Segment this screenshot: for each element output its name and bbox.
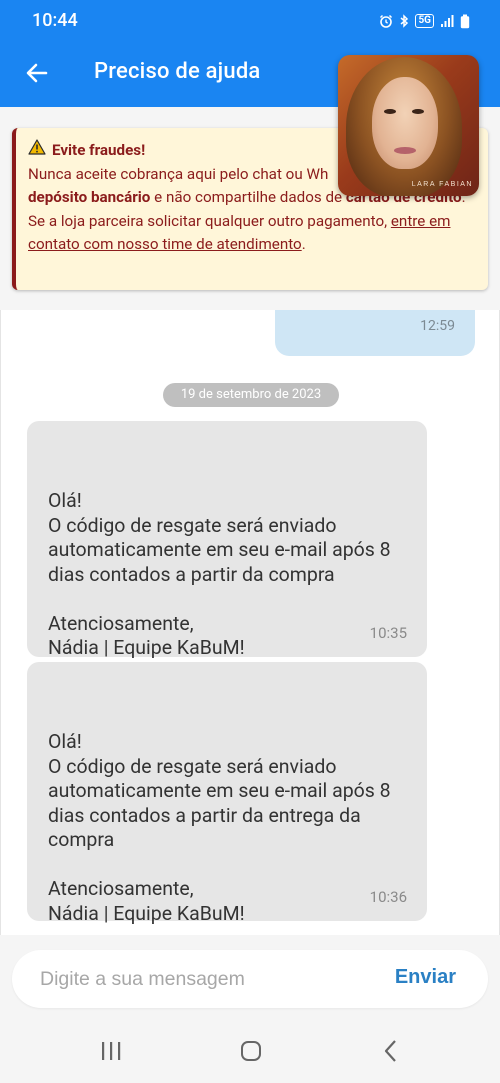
system-nav-bar bbox=[0, 1018, 500, 1083]
album-art-eye bbox=[384, 109, 396, 114]
bluetooth-icon bbox=[399, 14, 409, 28]
message-text: Olá! O código de resgate será enviado au… bbox=[48, 730, 391, 925]
home-button[interactable] bbox=[236, 1038, 266, 1068]
album-art-eye bbox=[412, 109, 424, 114]
alarm-icon bbox=[379, 14, 393, 28]
home-icon bbox=[240, 1040, 262, 1066]
warning-bold-deposito: depósito bancário bbox=[28, 188, 151, 206]
incoming-message-bubble: Olá! O código de resgate será enviado au… bbox=[27, 421, 427, 659]
date-chip: 19 de setembro de 2023 bbox=[163, 383, 339, 407]
5g-icon: 5G bbox=[415, 14, 434, 28]
warning-icon bbox=[28, 139, 46, 163]
message-text: Olá! O código de resgate será enviado au… bbox=[48, 489, 391, 659]
message-input[interactable] bbox=[40, 950, 370, 1008]
warning-title-text: Evite fraudes! bbox=[52, 141, 146, 159]
status-icons: 5G bbox=[379, 12, 470, 30]
album-art-face bbox=[372, 77, 438, 169]
warning-text-part: . bbox=[301, 235, 306, 253]
album-artist-text: LARA FABIAN bbox=[411, 181, 473, 188]
warning-text-part: Se a loja parceira solicitar qualquer ou… bbox=[28, 211, 391, 230]
send-button[interactable]: Enviar bbox=[395, 966, 456, 989]
signal-icon bbox=[440, 14, 454, 28]
chat-area[interactable]: 12:59 19 de setembro de 2023 Olá! O códi… bbox=[0, 310, 500, 935]
message-composer: Enviar bbox=[12, 950, 488, 1008]
message-time: 10:35 bbox=[369, 623, 407, 642]
warning-text-part: Nunca aceite cobrança aqui pelo chat ou … bbox=[28, 164, 329, 183]
back-button[interactable] bbox=[20, 58, 54, 92]
back-nav-icon bbox=[383, 1039, 399, 1067]
outgoing-message-bubble: 12:59 bbox=[275, 310, 475, 356]
warning-text-part: e não compartilhe dados de bbox=[150, 188, 346, 206]
status-time: 10:44 bbox=[32, 10, 78, 31]
battery-icon bbox=[460, 14, 470, 29]
album-art-lips bbox=[394, 147, 416, 154]
album-art-overlay[interactable]: LARA FABIAN bbox=[338, 55, 479, 196]
recents-button[interactable] bbox=[96, 1038, 126, 1068]
system-back-button[interactable] bbox=[376, 1038, 406, 1068]
recents-icon bbox=[100, 1041, 122, 1065]
status-bar: 10:44 5G bbox=[0, 0, 500, 42]
incoming-message-bubble: Olá! O código de resgate será enviado au… bbox=[27, 662, 427, 925]
message-time: 12:59 bbox=[420, 318, 455, 334]
arrow-left-icon bbox=[25, 61, 49, 89]
message-time: 10:36 bbox=[369, 887, 407, 906]
page-title: Preciso de ajuda bbox=[94, 59, 261, 84]
